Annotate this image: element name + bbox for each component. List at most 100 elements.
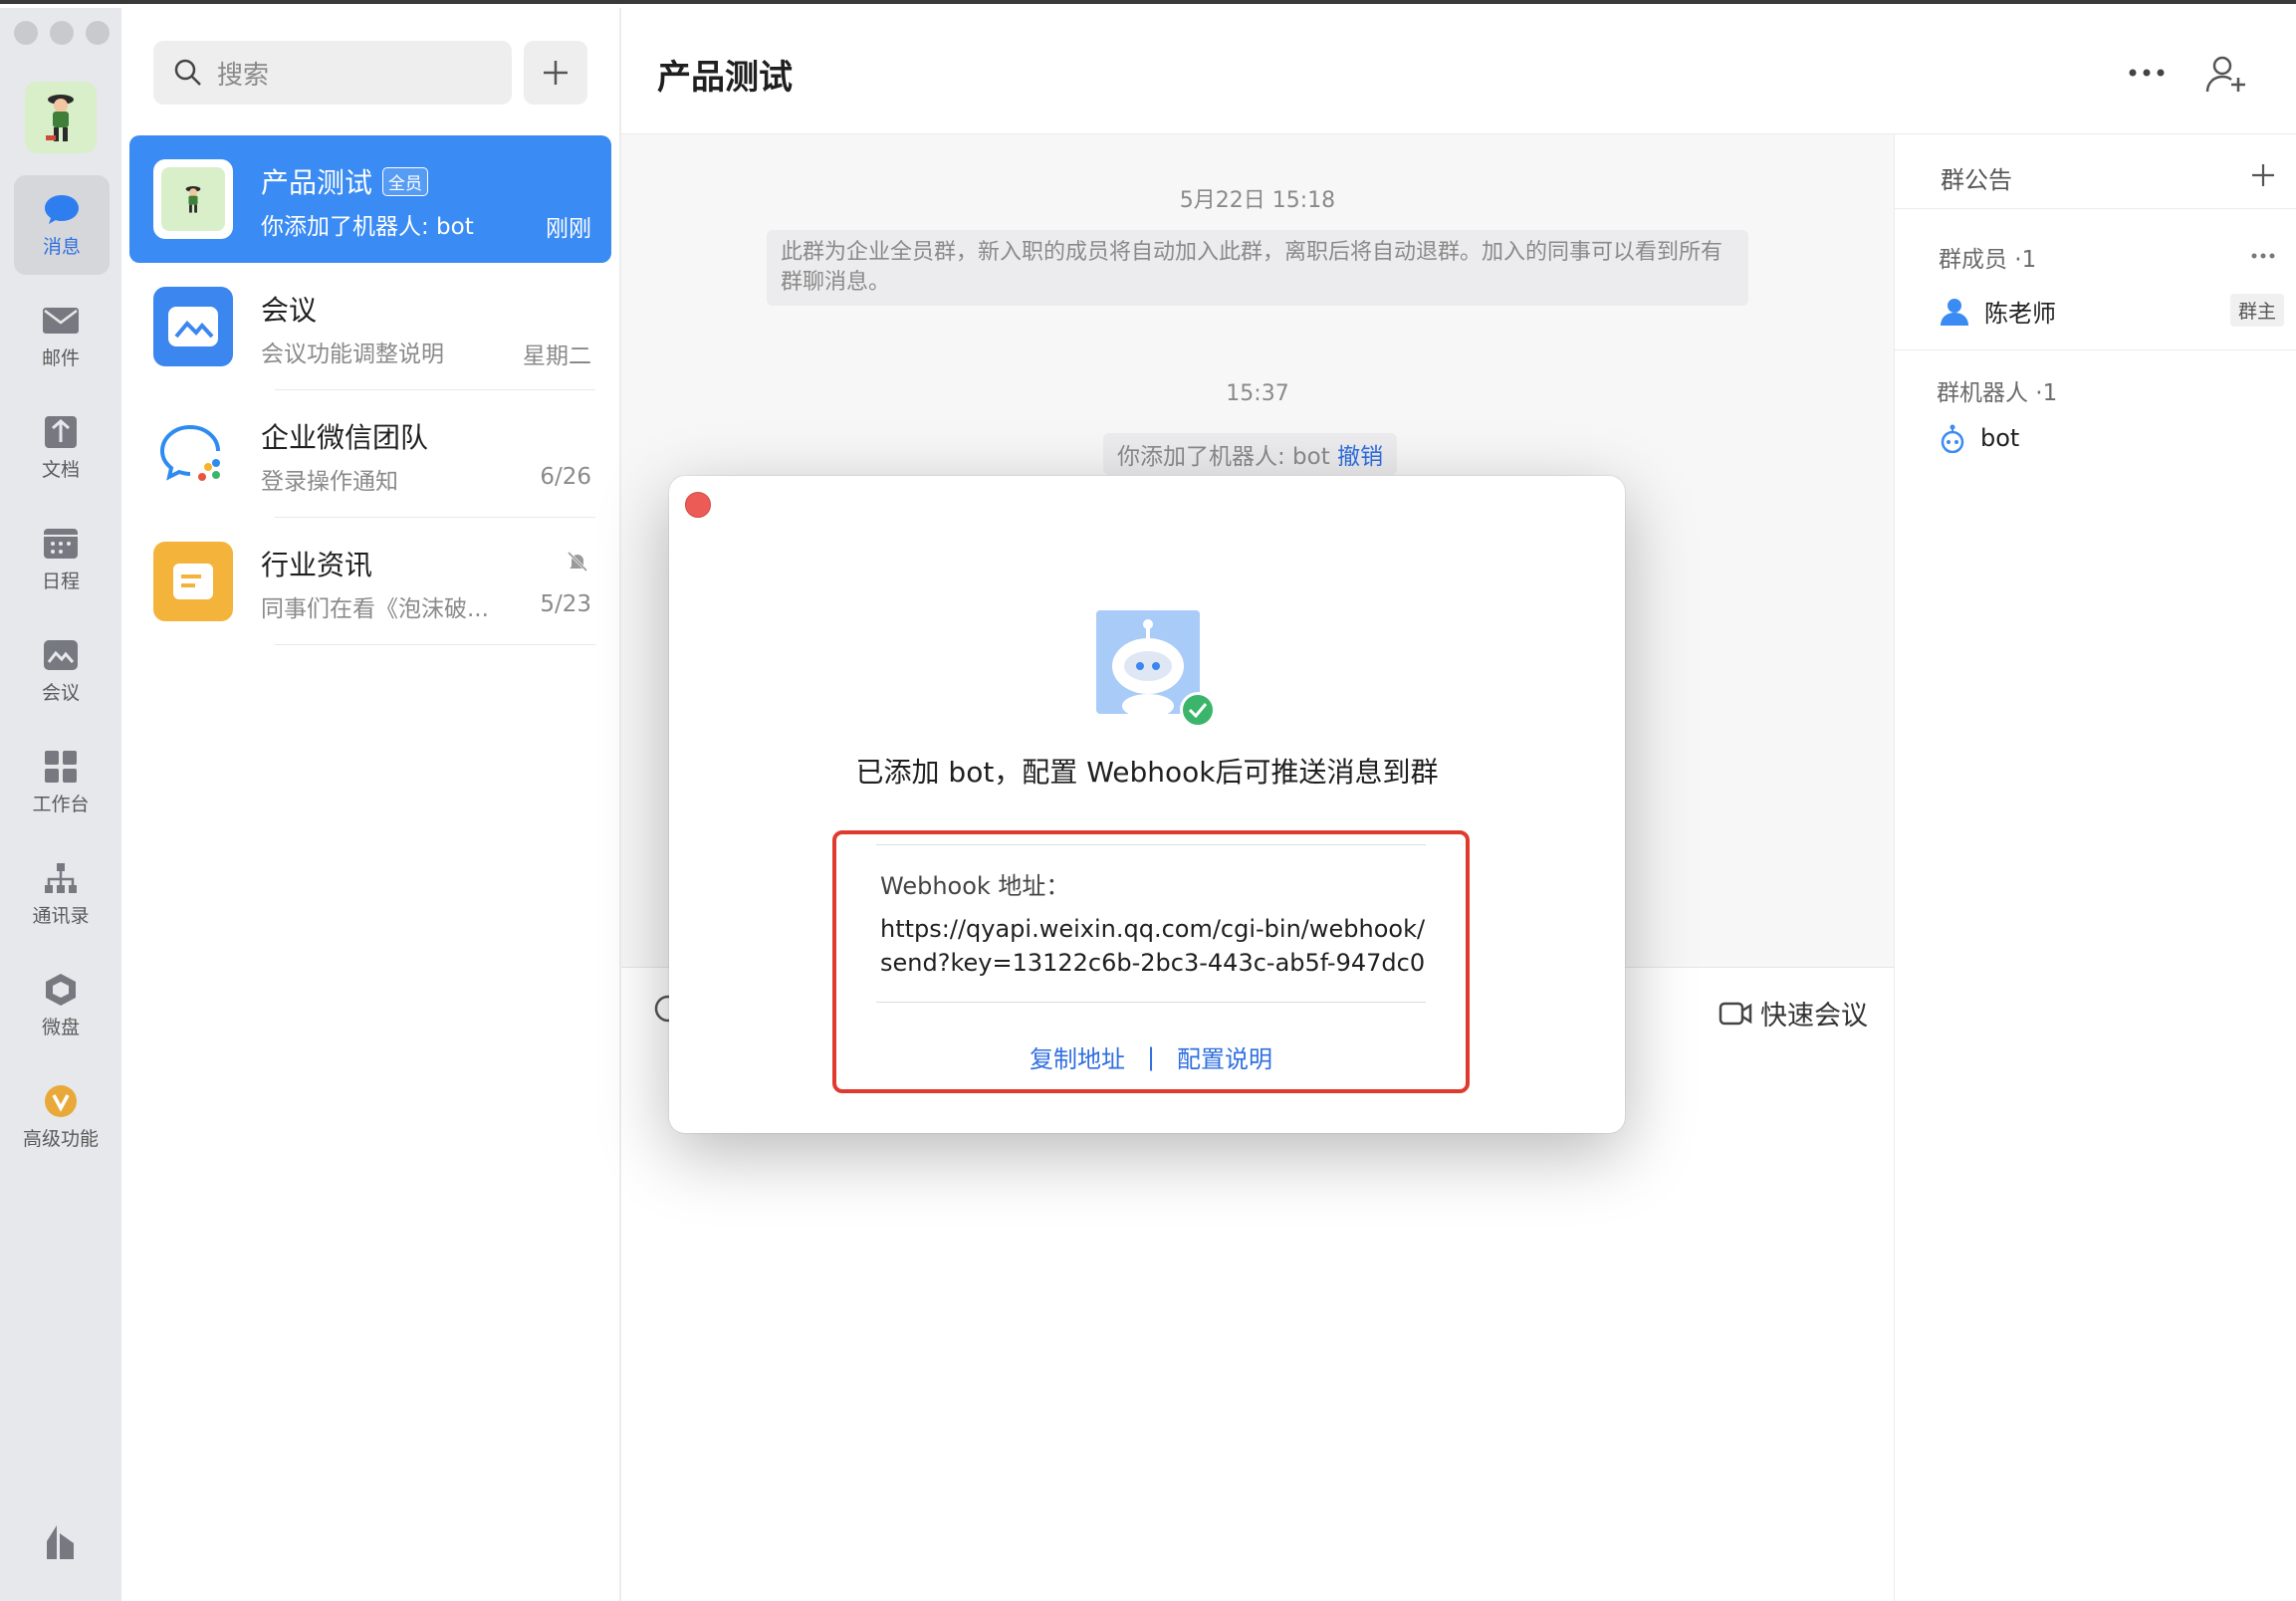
nav-item-premium[interactable]: 高级功能 xyxy=(0,1067,121,1167)
nav-label-contacts: 通讯录 xyxy=(32,904,90,927)
video-call-icon xyxy=(1719,1002,1752,1025)
drive-icon xyxy=(46,973,76,1006)
conversation-item-meeting[interactable]: 会议 会议功能调整说明 星期二 xyxy=(129,263,611,390)
nav-label-docs: 文档 xyxy=(41,458,80,481)
search-icon xyxy=(174,59,201,86)
divider xyxy=(876,1002,1426,1003)
bot-avatar xyxy=(1096,610,1216,728)
plus-icon xyxy=(544,61,568,85)
add-member-icon[interactable] xyxy=(2204,52,2248,96)
nav-label-drive: 微盘 xyxy=(41,1016,80,1038)
nav-label-calendar: 日程 xyxy=(41,570,80,592)
nav-item-docs[interactable]: 文档 xyxy=(0,398,121,498)
conversation-title: 企业微信团队 xyxy=(261,421,429,454)
robot-icon xyxy=(1941,424,1964,453)
nav-item-drive[interactable]: 微盘 xyxy=(0,956,121,1055)
divider xyxy=(876,844,1426,845)
window-close-button[interactable] xyxy=(14,21,38,45)
calendar-icon xyxy=(44,528,78,559)
user-avatar[interactable] xyxy=(25,82,97,153)
config-help-link[interactable]: 配置说明 xyxy=(1177,1039,1272,1074)
group-info-panel: 群公告 群成员 ·1 陈老师 群主 群机器人 ·1 bot xyxy=(1894,134,2296,1601)
meeting-icon xyxy=(44,639,78,670)
window-zoom-button[interactable] xyxy=(86,21,110,45)
conversation-preview: 登录操作通知 xyxy=(261,469,398,495)
meeting-avatar-icon xyxy=(153,287,233,366)
nav-item-workbench[interactable]: 工作台 xyxy=(0,733,121,832)
divider xyxy=(1895,208,2296,209)
nav-label-workbench: 工作台 xyxy=(32,793,90,815)
conversation-time: 5/23 xyxy=(540,591,591,617)
doc-icon xyxy=(45,415,77,448)
bot-added-text: 你添加了机器人: bot xyxy=(1117,444,1330,470)
conversation-preview: 会议功能调整说明 xyxy=(261,342,444,367)
nav-label-premium: 高级功能 xyxy=(22,1127,99,1150)
conversation-item-product-test[interactable]: 产品测试 全员 你添加了机器人: bot 刚刚 xyxy=(129,135,611,263)
workbench-icon xyxy=(45,750,77,783)
members-title: 群成员 ·1 xyxy=(1939,247,2037,273)
system-notice: 此群为企业全员群，新入职的成员将自动加入此群，离职后将自动退群。加入的同事可以看… xyxy=(767,230,1748,306)
webhook-url[interactable]: https://qyapi.weixin.qq.com/cgi-bin/webh… xyxy=(880,912,1426,980)
conversation-preview: 你添加了机器人: bot xyxy=(261,214,474,240)
conversation-time: 6/26 xyxy=(540,464,591,490)
nav-item-calendar[interactable]: 日程 xyxy=(0,510,121,609)
all-members-badge: 全员 xyxy=(382,166,429,196)
robots-title: 群机器人 ·1 xyxy=(1937,380,2058,406)
nav-item-contacts[interactable]: 通讯录 xyxy=(0,844,121,944)
mute-bell-icon xyxy=(567,551,588,572)
conversation-preview: 同事们在看《泡沫破... xyxy=(261,596,489,622)
nav-rail: 消息 邮件 文档 日程 会议 工作台 通讯录 微盘 高级功能 xyxy=(0,8,121,1601)
divider xyxy=(1895,349,2296,350)
nav-item-mail[interactable]: 邮件 xyxy=(0,287,121,386)
undo-link[interactable]: 撤销 xyxy=(1337,444,1383,470)
dialog-close-button[interactable] xyxy=(685,492,711,518)
webhook-box: Webhook 地址： https://qyapi.weixin.qq.com/… xyxy=(832,830,1470,1093)
robot-name: bot xyxy=(1980,424,2020,452)
member-avatar-icon xyxy=(1941,298,1968,326)
wecom-logo-icon xyxy=(153,414,233,494)
conversation-item-wecom-team[interactable]: 企业微信团队 登录操作通知 6/26 xyxy=(129,390,611,518)
more-options-icon[interactable] xyxy=(2127,48,2167,88)
quick-meeting-label: 快速会议 xyxy=(1760,1001,1868,1031)
robot-row[interactable]: bot xyxy=(1939,423,2019,453)
conversation-title: 产品测试 xyxy=(261,166,373,199)
premium-icon xyxy=(45,1084,77,1117)
chat-title: 产品测试 xyxy=(657,58,793,98)
nav-label-mail: 邮件 xyxy=(41,346,80,369)
conversation-title: 会议 xyxy=(261,294,318,327)
conversation-list: 搜索 产品测试 全员 你添加了机器人: bot 刚刚 会议 会议功能调整说明 星期… xyxy=(121,8,621,1601)
member-row[interactable]: 陈老师 xyxy=(1939,294,2056,329)
bot-added-dialog: 已添加 bot，配置 Webhook后可推送消息到群 Webhook 地址： h… xyxy=(669,476,1625,1133)
owner-badge: 群主 xyxy=(2229,294,2284,327)
nav-item-messages[interactable]: 消息 xyxy=(14,175,110,275)
quick-meeting-button[interactable]: 快速会议 xyxy=(1719,994,1868,1032)
webhook-label: Webhook 地址： xyxy=(880,872,1070,900)
create-button[interactable] xyxy=(524,41,587,105)
dialog-message: 已添加 bot，配置 Webhook后可推送消息到群 xyxy=(855,756,1439,789)
conversation-time: 刚刚 xyxy=(546,216,591,242)
conversation-time: 星期二 xyxy=(523,343,591,369)
bot-added-notice: 你添加了机器人: bot 撤销 xyxy=(1103,433,1398,475)
window-controls xyxy=(14,21,110,45)
member-name: 陈老师 xyxy=(1984,300,2056,328)
message-timestamp: 15:37 xyxy=(1226,381,1289,406)
nav-label-meeting: 会议 xyxy=(41,681,80,704)
search-input[interactable]: 搜索 xyxy=(153,41,512,105)
nav-label-messages: 消息 xyxy=(42,235,81,258)
conversation-name: 产品测试 全员 xyxy=(261,161,429,201)
members-more-icon[interactable] xyxy=(2250,252,2276,260)
search-placeholder: 搜索 xyxy=(217,60,270,91)
conversation-item-industry-news[interactable]: 行业资讯 同事们在看《泡沫破... 5/23 xyxy=(129,518,611,645)
add-announcement-icon[interactable] xyxy=(2250,162,2276,188)
success-check-icon xyxy=(1180,692,1216,728)
message-timestamp: 5月22日 15:18 xyxy=(1179,188,1336,213)
conversation-title: 行业资讯 xyxy=(261,549,373,581)
link-separator: | xyxy=(1146,1042,1156,1071)
mail-icon xyxy=(43,307,79,334)
window-minimize-button[interactable] xyxy=(50,21,74,45)
conversation-avatar xyxy=(153,159,233,239)
copy-address-link[interactable]: 复制地址 xyxy=(1030,1039,1125,1074)
bottom-menu-icon[interactable] xyxy=(44,1521,78,1561)
nav-item-meeting[interactable]: 会议 xyxy=(0,621,121,721)
announcement-title: 群公告 xyxy=(1941,166,2012,194)
